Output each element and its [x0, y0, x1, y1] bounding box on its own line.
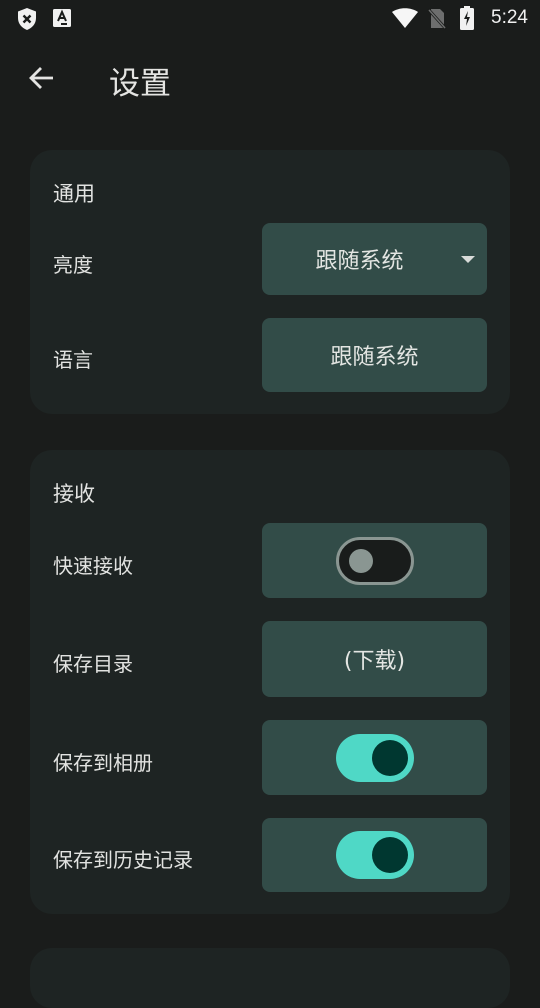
no-sim-icon [426, 7, 448, 34]
arrow-back-icon [29, 67, 53, 89]
save-directory-label: 保存目录 [53, 652, 133, 676]
save-to-gallery-toggle[interactable] [335, 733, 414, 782]
section-title: 接收 [53, 482, 95, 506]
language-value: 跟随系统 [330, 345, 419, 370]
clock: 5:24 [491, 7, 528, 28]
language-label: 语言 [53, 348, 93, 372]
section-receive: 接收 快速接收 保存目录 (下载) 保存到相册 保存到历史记录 [30, 450, 510, 914]
save-to-gallery-label: 保存到相册 [53, 751, 153, 775]
save-directory-button[interactable]: (下载) [262, 621, 487, 697]
section-next [30, 948, 510, 1008]
save-to-history-container [262, 818, 487, 892]
brightness-value: 跟随系统 [315, 249, 404, 274]
page-title: 设置 [109, 66, 171, 102]
brightness-label: 亮度 [53, 253, 93, 277]
language-button[interactable]: 跟随系统 [262, 318, 487, 392]
section-title: 通用 [53, 182, 95, 206]
app-bar: 设置 [0, 40, 540, 120]
save-to-history-toggle[interactable] [335, 831, 414, 879]
dropdown-arrow-icon [461, 256, 475, 263]
back-button[interactable] [26, 62, 58, 94]
brightness-dropdown[interactable]: 跟随系统 [262, 223, 487, 295]
font-a-icon [53, 9, 71, 31]
status-bar: 5:24 [0, 0, 540, 36]
toggle-thumb [348, 548, 373, 573]
shield-x-icon [16, 7, 38, 35]
save-to-gallery-container [262, 720, 487, 795]
quick-receive-container [262, 523, 487, 598]
quick-receive-toggle[interactable] [335, 536, 414, 585]
section-general: 通用 亮度 跟随系统 语言 跟随系统 [30, 150, 510, 414]
battery-charging-icon [460, 6, 474, 34]
wifi-icon [392, 8, 418, 32]
save-to-history-label: 保存到历史记录 [53, 848, 193, 872]
toggle-thumb [371, 739, 408, 776]
toggle-thumb [371, 837, 408, 873]
save-directory-value: (下载) [343, 649, 406, 674]
quick-receive-label: 快速接收 [53, 554, 133, 578]
